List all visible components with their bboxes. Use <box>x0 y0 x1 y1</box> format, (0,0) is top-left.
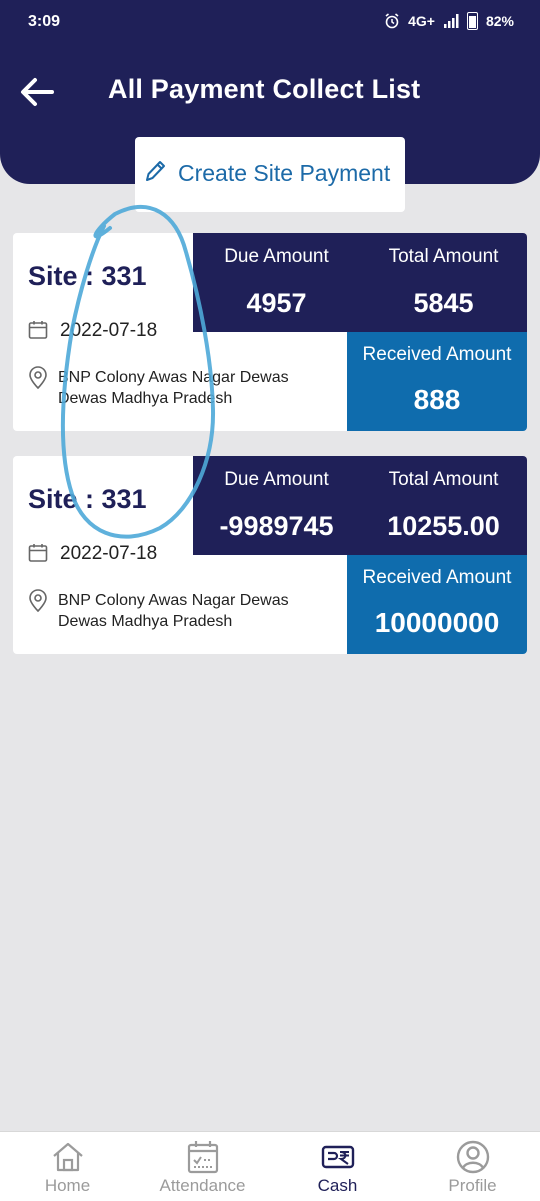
user-circle-icon <box>456 1140 489 1174</box>
nav-item-attendance[interactable]: Attendance <box>135 1132 270 1201</box>
payment-card[interactable]: Site : 331 2022-07-18 BNP Colony Awas Na… <box>13 456 527 654</box>
pencil-icon <box>146 161 165 181</box>
nav-label-profile: Profile <box>448 1176 497 1195</box>
total-amount-section: Total Amount 10255.00 <box>360 456 527 555</box>
network-type: 4G+ <box>408 13 435 29</box>
received-amount-label: Received Amount <box>362 567 512 588</box>
received-amount-label: Received Amount <box>362 344 512 365</box>
battery-level: 82% <box>485 13 514 29</box>
status-icons: 4G+ 82% <box>384 12 514 30</box>
due-amount-label: Due Amount <box>224 246 329 267</box>
received-amount-value: 888 <box>413 384 461 415</box>
nav-label-cash: Cash <box>317 1176 358 1195</box>
amount-summary: Due Amount 4957 Total Amount 5845 <box>193 233 527 332</box>
payment-card[interactable]: Site : 331 2022-07-18 BNP Colony Awas Na… <box>13 233 527 431</box>
battery-icon <box>466 12 478 30</box>
home-icon <box>52 1142 83 1172</box>
payment-date: 2022-07-18 <box>60 543 158 564</box>
calendar-icon <box>28 321 48 339</box>
nav-label-home: Home <box>44 1176 91 1195</box>
total-amount-section: Total Amount 5845 <box>360 233 527 332</box>
site-label: Site : 331 <box>28 261 147 291</box>
amount-summary: Due Amount -9989745 Total Amount 10255.0… <box>193 456 527 555</box>
bottom-navigation: Home Attendance Cash Profile <box>0 1131 540 1201</box>
signal-icon <box>443 14 459 28</box>
received-amount-section: Received Amount 10000000 <box>347 555 527 654</box>
total-amount-label: Total Amount <box>388 469 499 490</box>
location-pin-icon <box>29 589 47 613</box>
nav-item-profile[interactable]: Profile <box>405 1132 540 1201</box>
total-amount-value: 10255.00 <box>387 511 500 541</box>
received-amount-value: 10000000 <box>374 607 500 638</box>
status-bar: 3:09 4G+ 82% <box>0 0 540 44</box>
page-title: All Payment Collect List <box>108 74 421 104</box>
alarm-icon <box>385 13 399 29</box>
site-address: BNP Colony Awas Nagar Dewas Dewas Madhya… <box>58 369 289 407</box>
nav-label-attendance: Attendance <box>159 1176 246 1195</box>
create-site-payment-label: Create Site Payment <box>178 160 391 186</box>
calendar-icon <box>28 544 48 562</box>
total-amount-value: 5845 <box>413 288 474 318</box>
site-label: Site : 331 <box>28 484 147 514</box>
due-amount-section: Due Amount 4957 <box>193 233 360 332</box>
received-amount-section: Received Amount 888 <box>347 332 527 431</box>
create-site-payment-button[interactable]: Create Site Payment <box>135 137 405 212</box>
rupee-wallet-icon <box>321 1145 354 1169</box>
site-address: BNP Colony Awas Nagar Dewas Dewas Madhya… <box>58 592 289 630</box>
location-pin-icon <box>29 366 47 390</box>
back-arrow-icon[interactable] <box>18 74 56 110</box>
payment-date: 2022-07-18 <box>60 320 158 341</box>
nav-item-home[interactable]: Home <box>0 1132 135 1201</box>
due-amount-section: Due Amount -9989745 <box>193 456 360 555</box>
due-amount-value: 4957 <box>246 288 307 318</box>
calendar-check-icon <box>187 1141 218 1174</box>
due-amount-label: Due Amount <box>224 469 329 490</box>
status-time: 3:09 <box>28 13 61 30</box>
due-amount-value: -9989745 <box>219 511 334 541</box>
nav-item-cash[interactable]: Cash <box>270 1132 405 1201</box>
total-amount-label: Total Amount <box>388 246 499 267</box>
